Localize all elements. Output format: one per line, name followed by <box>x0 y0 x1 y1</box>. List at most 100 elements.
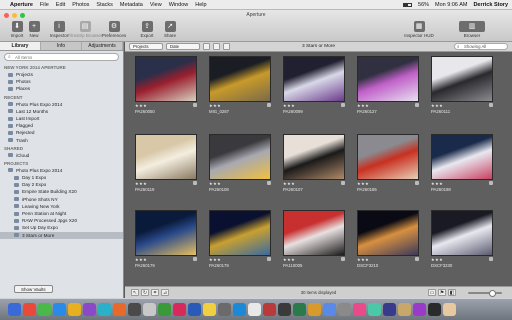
dock-app-icon[interactable] <box>383 303 396 316</box>
menu-edit[interactable]: Edit <box>56 2 65 8</box>
dock-app-icon[interactable] <box>83 303 96 316</box>
sidebar-item-flagged[interactable]: Flagged <box>0 122 123 129</box>
preferences-button[interactable]: ⚙ Preferences <box>100 21 128 40</box>
dock-app-icon[interactable] <box>443 303 456 316</box>
sidebar-item-day-2-expo[interactable]: Day 2 Expo <box>0 181 123 188</box>
sidebar-item-places[interactable]: Places <box>0 85 123 92</box>
dock-app-icon[interactable] <box>188 303 201 316</box>
dock-app-icon[interactable] <box>308 303 321 316</box>
list-view-icon[interactable] <box>223 43 230 50</box>
photo-thumbnail[interactable] <box>209 134 271 180</box>
photo-tile[interactable]: ★★★ PA260198 <box>431 134 493 202</box>
dock-app-icon[interactable] <box>248 303 261 316</box>
sidebar-item-last-import[interactable]: Last Import <box>0 115 123 122</box>
star-rating[interactable]: ★★★ <box>431 257 443 262</box>
star-rating[interactable]: ★★★ <box>209 181 221 186</box>
menu-stacks[interactable]: Stacks <box>96 2 113 8</box>
dock-app-icon[interactable] <box>368 303 381 316</box>
star-rating[interactable]: ★★★ <box>135 257 147 262</box>
dock-app-icon[interactable] <box>428 303 441 316</box>
star-rating[interactable]: ★★★ <box>135 181 147 186</box>
sidebar-item-icloud[interactable]: iCloud <box>0 152 123 159</box>
inspector-hud-button[interactable]: ▦ Inspector HUD <box>402 21 436 40</box>
filter-search-input[interactable]: ⌕ Showing All <box>454 43 508 50</box>
photo-thumbnail[interactable] <box>135 56 197 102</box>
photo-tile[interactable]: ★★★ PA260099 <box>283 56 345 124</box>
photo-tile[interactable]: ★★★ PA260179 <box>209 210 271 278</box>
menu-help[interactable]: Help <box>195 2 206 8</box>
new-button[interactable]: + New <box>20 21 48 40</box>
sidebar-item-raw-processed-jpgs-x20[interactable]: RAW Processed Jpgs X20 <box>0 217 123 224</box>
dock-app-icon[interactable] <box>173 303 186 316</box>
photo-tile[interactable]: ★★★ DSCF3210 <box>357 210 419 278</box>
sidebar-item-photos[interactable]: Photos <box>0 78 123 85</box>
dock-app-icon[interactable] <box>23 303 36 316</box>
photo-tile[interactable]: ★★★ MIG_0287 <box>209 56 271 124</box>
photo-tile[interactable]: ★★★ PA260185 <box>357 134 419 202</box>
menu-window[interactable]: Window <box>169 2 189 8</box>
dock-app-icon[interactable] <box>413 303 426 316</box>
star-rating[interactable]: ★★★ <box>431 103 443 108</box>
dock-app-icon[interactable] <box>158 303 171 316</box>
photo-thumbnail[interactable] <box>135 134 197 180</box>
star-rating[interactable]: ★★★ <box>431 181 443 186</box>
sidebar-item-last-12-months[interactable]: Last 12 Months <box>0 108 123 115</box>
star-rating[interactable]: ★★★ <box>357 257 369 262</box>
photo-thumbnail[interactable] <box>283 210 345 256</box>
photo-thumbnail[interactable] <box>431 210 493 256</box>
menu-metadata[interactable]: Metadata <box>120 2 143 8</box>
star-rating[interactable]: ★★★ <box>209 103 221 108</box>
star-rating[interactable]: ★★★ <box>135 103 147 108</box>
dock-app-icon[interactable] <box>353 303 366 316</box>
menu-file[interactable]: File <box>40 2 49 8</box>
projects-popup[interactable]: Projects <box>129 43 163 50</box>
viewer-mode-icon[interactable]: ◧ <box>448 289 456 296</box>
tab-adjustments[interactable]: Adjustments <box>82 42 123 50</box>
clock[interactable]: Mon 9:06 AM <box>435 2 467 8</box>
sidebar-item-photo-plus-expo-2014[interactable]: Photo Plus Expo 2014 <box>0 101 123 108</box>
photo-thumbnail[interactable] <box>357 56 419 102</box>
photo-thumbnail[interactable] <box>431 134 493 180</box>
dock-app-icon[interactable] <box>338 303 351 316</box>
dock-app-icon[interactable] <box>68 303 81 316</box>
photo-thumbnail[interactable] <box>135 210 197 256</box>
dock-app-icon[interactable] <box>293 303 306 316</box>
dock-app-icon[interactable] <box>398 303 411 316</box>
star-rating[interactable]: ★★★ <box>283 103 295 108</box>
battery-icon[interactable] <box>403 2 413 7</box>
star-rating[interactable]: ★★★ <box>357 103 369 108</box>
dock-app-icon[interactable] <box>8 303 21 316</box>
dock-app-icon[interactable] <box>98 303 111 316</box>
dock-app-icon[interactable] <box>113 303 126 316</box>
photo-tile[interactable]: ★★★ PA260119 <box>135 134 197 202</box>
sidebar-item-set-up-day-expo[interactable]: Set Up Day Expo <box>0 224 123 231</box>
dock-app-icon[interactable] <box>263 303 276 316</box>
dock-app-icon[interactable] <box>323 303 336 316</box>
sidebar-item-iphone-shots-ny[interactable]: iPhone Shots NY <box>0 196 123 203</box>
photo-thumbnail[interactable] <box>431 56 493 102</box>
dock-app-icon[interactable] <box>233 303 246 316</box>
sidebar-item-empire-state-building-x20[interactable]: Empire State Building X20 <box>0 188 123 195</box>
sidebar-item-photo-plus-expo-2014[interactable]: Photo Plus Expo 2014 <box>0 167 123 174</box>
library-search-input[interactable]: ⌕ All Items <box>4 53 119 61</box>
dock-app-icon[interactable] <box>143 303 156 316</box>
photo-tile[interactable]: ★★★ PA260127 <box>357 56 419 124</box>
menu-view[interactable]: View <box>150 2 162 8</box>
thumbnail-size-slider[interactable] <box>468 290 502 297</box>
sidebar-item-projects[interactable]: Projects <box>0 71 123 78</box>
share-button[interactable]: ↗ Share <box>156 21 184 40</box>
browser-button[interactable]: ▥ Browser <box>452 21 492 40</box>
photo-thumbnail[interactable] <box>209 56 271 102</box>
flag-icon[interactable]: ⚑ <box>438 289 446 296</box>
sidebar-item-trash[interactable]: Trash <box>0 137 123 144</box>
star-rating[interactable]: ★★★ <box>357 181 369 186</box>
stack-icon[interactable]: ▭ <box>428 289 436 296</box>
photo-tile[interactable]: ★★★ PA260111 <box>431 56 493 124</box>
dock-app-icon[interactable] <box>203 303 216 316</box>
sidebar-item-leaving-new-york[interactable]: Leaving New York <box>0 203 123 210</box>
menu-photos[interactable]: Photos <box>72 2 89 8</box>
dock-app-icon[interactable] <box>218 303 231 316</box>
photo-thumbnail[interactable] <box>209 210 271 256</box>
star-rating[interactable]: ★★★ <box>283 181 295 186</box>
photo-thumbnail[interactable] <box>357 134 419 180</box>
